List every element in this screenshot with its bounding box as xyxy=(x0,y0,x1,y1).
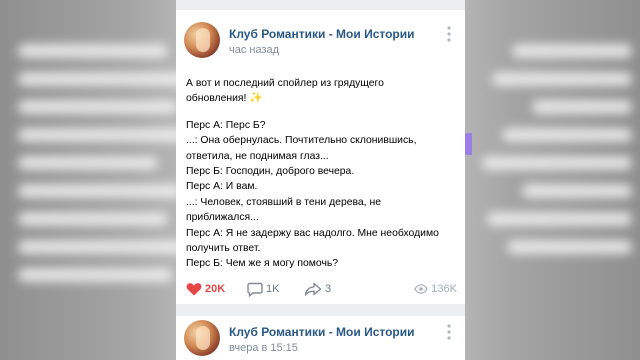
group-avatar[interactable] xyxy=(184,22,220,58)
repost-count: 3 xyxy=(325,283,332,295)
sparkle-emoji: ✨ xyxy=(249,92,264,105)
post-header: Клуб Романтики - Мои Истории час назад xyxy=(176,10,465,58)
more-vertical-icon[interactable] xyxy=(441,26,457,44)
post-card: Клуб Романтики - Мои Истории час назад А… xyxy=(176,10,465,304)
blurred-text-right xyxy=(472,30,632,268)
post-text-line: Перс А: Перс Б? xyxy=(186,119,266,131)
share-icon xyxy=(304,282,322,296)
post-text-line: Перс Б: Чем же я могу помочь? xyxy=(186,258,339,270)
group-name-link[interactable]: Клуб Романтики - Мои Истории xyxy=(229,27,415,41)
like-count: 20K xyxy=(205,283,226,295)
comment-icon xyxy=(247,282,263,297)
post-actions: 20K 1K 3 136K xyxy=(176,276,465,300)
post-card: Клуб Романтики - Мои Истории вчера в 15:… xyxy=(176,316,465,360)
post-time: вчера в 15:15 xyxy=(229,342,298,354)
post-text-line: Перс А: Я не задержу вас надолго. Мне не… xyxy=(186,227,439,239)
post-text-line: ...: Она обернулась. Почтительно склонив… xyxy=(186,135,417,147)
eye-icon xyxy=(414,284,428,294)
comment-count: 1K xyxy=(266,283,280,295)
more-vertical-icon[interactable] xyxy=(441,324,457,342)
post-text-line: А вот и последний спойлер из грядущего xyxy=(186,78,384,89)
heart-icon xyxy=(186,283,202,296)
feed-screen: Клуб Романтики - Мои Истории час назад А… xyxy=(176,0,465,360)
post-text-line: ответила, не поднимая глаз... xyxy=(186,150,329,162)
views-count: 136K xyxy=(431,283,457,295)
views-counter: 136K xyxy=(414,280,457,298)
share-button[interactable]: 3 xyxy=(304,280,331,298)
post-text-line: обновления! ✨ xyxy=(186,91,454,106)
post-text-line: приближался... xyxy=(186,212,259,224)
group-avatar[interactable] xyxy=(184,320,220,356)
post-header: Клуб Романтики - Мои Истории вчера в 15:… xyxy=(176,316,465,360)
post-text-line: Перс Б: Господин, доброго вечера. xyxy=(186,165,355,177)
group-name-link[interactable]: Клуб Романтики - Мои Истории xyxy=(229,325,415,339)
post-text-line: получить ответ. xyxy=(186,242,261,254)
post-text-line: ...: Человек, стоявший в тени дерева, не xyxy=(186,196,381,208)
post-text: А вот и последний спойлер из грядущего о… xyxy=(186,76,454,272)
like-button[interactable]: 20K xyxy=(186,280,225,298)
comment-button[interactable]: 1K xyxy=(247,280,279,298)
post-text-line: Перс А: И вам. xyxy=(186,181,258,193)
post-time: час назад xyxy=(229,44,280,56)
